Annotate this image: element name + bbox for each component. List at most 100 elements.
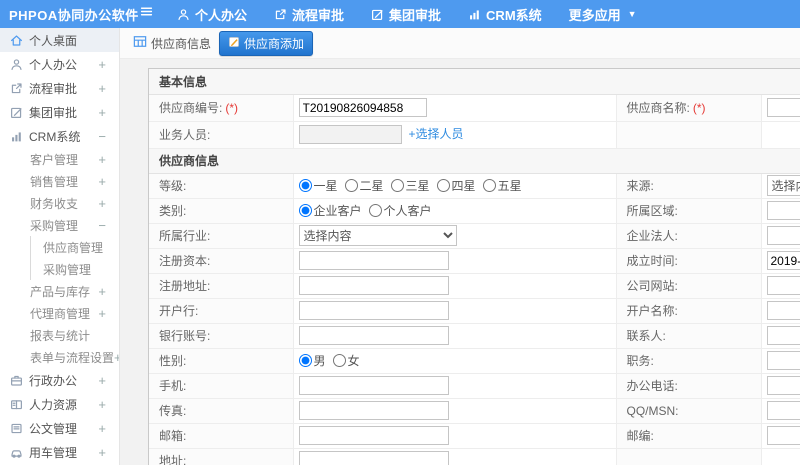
level-radio-option[interactable]: 二星 xyxy=(344,179,384,193)
mobile-input[interactable] xyxy=(298,376,449,395)
supplier-name-input[interactable] xyxy=(766,98,800,117)
office-phone-cell xyxy=(761,373,800,399)
gender-radio-1[interactable] xyxy=(332,354,346,367)
share-icon xyxy=(274,8,287,21)
topnav-personal-office[interactable]: 个人办公 xyxy=(177,5,247,24)
collapse-icon[interactable]: − xyxy=(98,218,106,233)
email-field xyxy=(298,426,449,445)
registered-address-input[interactable] xyxy=(298,276,449,295)
sidebar-item-supplier-mgmt[interactable]: 供应商管理 xyxy=(30,236,119,258)
industry-select[interactable]: 选择内容 xyxy=(298,225,457,246)
topnav-more-apps[interactable]: 更多应用 ▼ xyxy=(569,5,637,24)
level-radio-option[interactable]: 三星 xyxy=(390,179,430,193)
registered-capital-input[interactable] xyxy=(298,251,449,270)
supplier-code-input[interactable] xyxy=(298,98,427,117)
bank-name-input[interactable] xyxy=(298,301,449,320)
sidebar-item-purchasing-mgmt[interactable]: 采购管理 xyxy=(30,258,119,280)
expand-icon[interactable]: + xyxy=(98,397,106,412)
sidebar-item-workflow-approval[interactable]: 流程审批 + xyxy=(0,76,119,100)
expand-icon[interactable]: + xyxy=(98,373,106,388)
field-label-text: 开户行: xyxy=(159,304,199,318)
sidebar-item-group-approval[interactable]: 集团审批 + xyxy=(0,100,119,124)
sidebar-item-document-mgmt[interactable]: 公文管理 + xyxy=(0,416,119,440)
menu-toggle-button[interactable] xyxy=(140,5,153,23)
source-field: 选择内容 xyxy=(766,175,800,196)
sidebar-item-crm-system[interactable]: CRM系统 − xyxy=(0,124,119,148)
email-input[interactable] xyxy=(298,426,449,445)
level-radio-1[interactable] xyxy=(344,179,358,192)
fax-input[interactable] xyxy=(298,401,449,420)
qq-msn-input[interactable] xyxy=(766,401,800,420)
legal-person-input[interactable] xyxy=(766,226,800,245)
gender-radio-0[interactable] xyxy=(298,354,312,367)
topnav-group-approval[interactable]: 集团审批 xyxy=(371,5,441,24)
registered-capital-field xyxy=(298,251,449,270)
category-radio-option[interactable]: 个人客户 xyxy=(368,204,432,218)
tab-supplier-info[interactable]: 供应商信息 xyxy=(133,35,211,52)
business-person-input[interactable] xyxy=(298,125,402,145)
sidebar-item-sales-mgmt[interactable]: 销售管理 + xyxy=(0,170,119,192)
expand-icon[interactable]: + xyxy=(98,105,106,120)
gender-radio-label: 女 xyxy=(347,354,360,368)
expand-icon[interactable]: + xyxy=(98,284,106,299)
sidebar-item-form-flow-settings[interactable]: 表单与流程设置+ xyxy=(0,346,119,368)
postcode-input[interactable] xyxy=(766,426,800,445)
source-select[interactable]: 选择内容 xyxy=(766,175,800,196)
expand-icon[interactable]: + xyxy=(98,421,106,436)
business-person-select-link[interactable]: +选择人员 xyxy=(409,127,464,141)
founded-date-input[interactable] xyxy=(766,251,800,270)
region-input[interactable] xyxy=(766,201,800,220)
sidebar-item-vehicle-mgmt[interactable]: 用车管理 + xyxy=(0,440,119,464)
bank-name-field xyxy=(298,301,449,320)
sidebar-item-personal-desktop[interactable]: 个人桌面 xyxy=(0,28,119,52)
level-radio-option[interactable]: 四星 xyxy=(436,179,476,193)
category-radio-label: 企业客户 xyxy=(313,204,362,218)
office-phone-input[interactable] xyxy=(766,376,800,395)
sidebar-item-purchase-mgmt[interactable]: 采购管理 − xyxy=(0,214,119,236)
table-icon xyxy=(133,35,147,51)
expand-icon[interactable]: + xyxy=(98,196,106,211)
level-radio-option[interactable]: 一星 xyxy=(298,179,338,193)
expand-icon[interactable]: + xyxy=(98,445,106,460)
sidebar-item-product-inventory[interactable]: 产品与库存 + xyxy=(0,280,119,302)
sidebar-item-agent-mgmt[interactable]: 代理商管理 + xyxy=(0,302,119,324)
contact-person-cell xyxy=(761,323,800,349)
account-name-input[interactable] xyxy=(766,301,800,320)
sidebar-item-personal-office[interactable]: 个人办公 + xyxy=(0,52,119,76)
level-radio-3[interactable] xyxy=(436,179,450,192)
sidebar-item-human-resources[interactable]: 人力资源 + xyxy=(0,392,119,416)
gender-radio-option[interactable]: 女 xyxy=(332,354,360,368)
region-label: 所属区域: xyxy=(616,198,762,224)
job-title-input[interactable] xyxy=(766,351,800,370)
sidebar-item-reports-stats[interactable]: 报表与统计 xyxy=(0,324,119,346)
collapse-icon[interactable]: − xyxy=(98,129,106,144)
category-radio-option[interactable]: 企业客户 xyxy=(298,204,362,218)
blank-cell xyxy=(761,448,800,465)
gender-radio-option[interactable]: 男 xyxy=(298,354,326,368)
field-label-text: 类别: xyxy=(159,204,187,218)
address-input[interactable] xyxy=(298,451,449,465)
level-radio-0[interactable] xyxy=(298,179,312,192)
company-website-input[interactable] xyxy=(766,276,800,295)
level-radio-option[interactable]: 五星 xyxy=(482,179,522,193)
category-radio-1[interactable] xyxy=(368,204,382,217)
email-cell xyxy=(293,423,617,449)
tab-supplier-add[interactable]: 供应商添加 xyxy=(219,30,314,56)
level-radio-2[interactable] xyxy=(390,179,404,192)
sidebar-item-admin-office[interactable]: 行政办公 + xyxy=(0,368,119,392)
topnav-workflow-approval[interactable]: 流程审批 xyxy=(274,5,344,24)
category-radio-0[interactable] xyxy=(298,204,312,217)
expand-icon[interactable]: + xyxy=(98,57,106,72)
bank-account-input[interactable] xyxy=(298,326,449,345)
contact-person-input[interactable] xyxy=(766,326,800,345)
form-row: 供应商编号:(*)供应商名称:(*) xyxy=(149,94,800,122)
expand-icon[interactable]: + xyxy=(98,306,106,321)
sidebar-item-finance-mgmt[interactable]: 财务收支 + xyxy=(0,192,119,214)
topnav-crm-system[interactable]: CRM系统 xyxy=(468,5,542,24)
level-radio-4[interactable] xyxy=(482,179,496,192)
sidebar-item-customer-mgmt[interactable]: 客户管理 + xyxy=(0,148,119,170)
expand-icon[interactable]: + xyxy=(98,81,106,96)
expand-icon[interactable]: + xyxy=(98,152,106,167)
expand-icon[interactable]: + xyxy=(98,174,106,189)
sidebar-item-label: 客户管理 xyxy=(30,152,79,167)
